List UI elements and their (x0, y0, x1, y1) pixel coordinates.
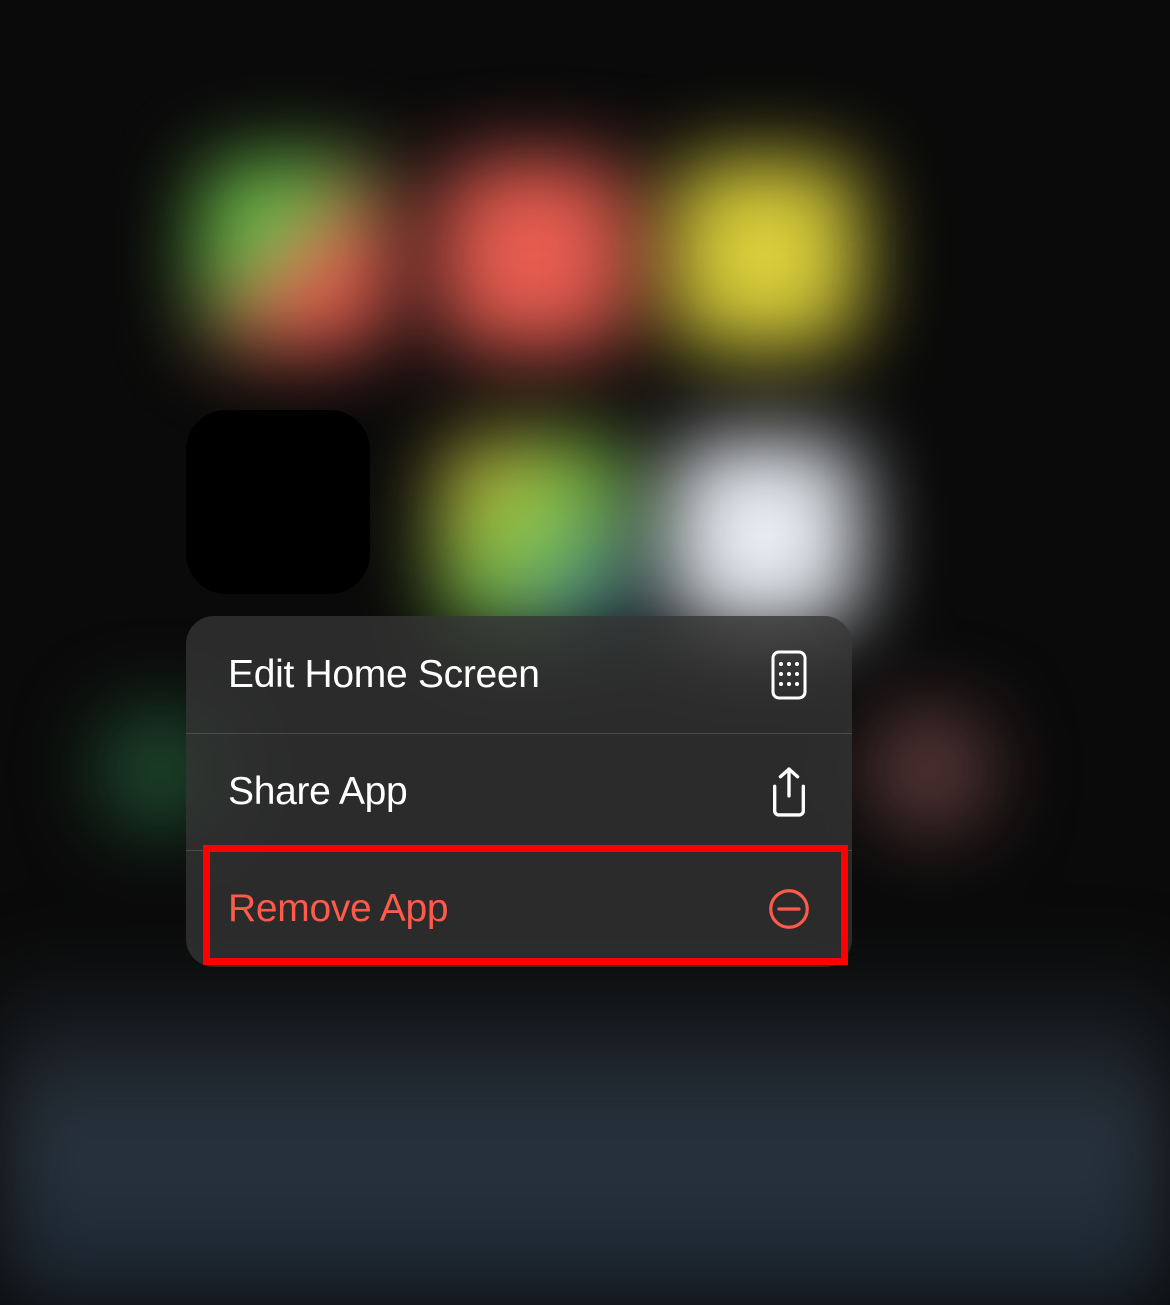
menu-item-label: Share App (228, 770, 407, 814)
share-icon (768, 771, 810, 813)
remove-icon (768, 888, 810, 930)
blurred-app-icon (440, 160, 630, 350)
selected-app-icon[interactable] (186, 410, 370, 594)
edit-home-screen-menu-item[interactable]: Edit Home Screen (186, 616, 852, 733)
menu-item-label: Remove App (228, 887, 448, 931)
blurred-app-icon (440, 440, 630, 630)
menu-item-label: Edit Home Screen (228, 653, 540, 697)
blurred-app-icon (670, 160, 860, 350)
app-context-menu: Edit Home Screen Share App (186, 616, 852, 967)
blurred-dock-area (0, 955, 1170, 1305)
home-screen-icon (768, 654, 810, 696)
remove-app-menu-item[interactable]: Remove App (186, 850, 852, 967)
blurred-app-icon (870, 710, 990, 830)
share-app-menu-item[interactable]: Share App (186, 733, 852, 850)
blurred-app-icon (200, 160, 390, 350)
blurred-app-icon (670, 440, 860, 630)
